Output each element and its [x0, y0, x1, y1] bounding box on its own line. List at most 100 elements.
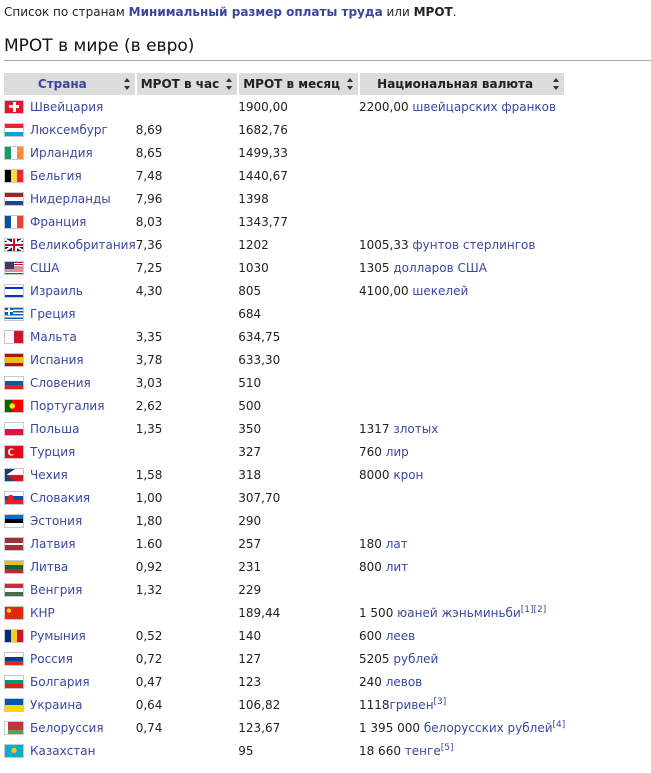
country-link[interactable]: Нидерланды: [30, 192, 111, 206]
month-wage-cell: 189,44: [238, 605, 281, 620]
country-cell: Чехия: [4, 463, 136, 486]
hour-wage-cell: 8,03: [135, 214, 163, 229]
month-wage-cell: 510: [238, 375, 262, 390]
currency-unit-link[interactable]: шекелей: [412, 284, 468, 298]
country-link[interactable]: Польша: [30, 422, 79, 436]
country-link[interactable]: Белоруссия: [30, 721, 104, 735]
country-cell: КНР: [4, 601, 136, 624]
hour-wage-cell: [136, 440, 239, 463]
currency-unit-link[interactable]: швейцарских франков: [412, 100, 556, 114]
belgium-flag-icon: [4, 168, 24, 183]
country-link[interactable]: Эстония: [30, 514, 82, 528]
currency-cell: [359, 371, 565, 394]
currency-unit-link[interactable]: рублей: [393, 652, 438, 666]
hour-wage-cell: 0,92: [135, 559, 163, 574]
currency-amount: 1 500: [358, 605, 394, 620]
country-link[interactable]: Латвия: [30, 537, 75, 551]
column-header-hour[interactable]: МРОТ в час: [135, 73, 240, 95]
hour-wage-cell: 3,03: [135, 375, 163, 390]
currency-unit-link[interactable]: лит: [386, 560, 408, 574]
ireland-flag-icon: [4, 145, 24, 160]
country-link[interactable]: Болгария: [30, 675, 90, 689]
column-header-country[interactable]: Страна: [4, 73, 137, 95]
currency-unit-link[interactable]: гривен: [390, 698, 434, 712]
sort-icon[interactable]: [226, 78, 233, 90]
currency-cell: 240 левов: [359, 670, 565, 693]
hour-wage-cell: 7,96: [135, 191, 163, 206]
country-link[interactable]: Турция: [30, 445, 75, 459]
month-wage-cell: 1440,67: [238, 168, 288, 183]
reference-link[interactable]: [5]: [441, 743, 454, 753]
country-link[interactable]: Швейцария: [30, 100, 103, 114]
country-link[interactable]: Россия: [30, 652, 73, 666]
country-link[interactable]: Франция: [30, 215, 86, 229]
country-link[interactable]: Словакия: [30, 491, 90, 505]
currency-cell: 1 395 000 белорусских рублей[4]: [359, 716, 565, 739]
currency-unit-link[interactable]: леев: [386, 629, 416, 643]
hour-wage-cell: 1,00: [135, 490, 163, 505]
currency-unit-link[interactable]: тенге: [405, 744, 441, 758]
currency-cell: [359, 210, 565, 233]
table-row: Нидерланды 7,96 1398: [4, 187, 565, 210]
sort-icon[interactable]: [123, 78, 131, 90]
country-link[interactable]: Греция: [30, 307, 76, 321]
sort-icon[interactable]: [346, 78, 354, 90]
currency-unit-link[interactable]: белорусских рублей: [424, 721, 553, 735]
netherlands-flag-icon: [4, 191, 24, 206]
country-link[interactable]: Бельгия: [30, 169, 82, 183]
reference-sup: [5]: [441, 743, 454, 753]
country-link[interactable]: Великобритания: [30, 238, 136, 252]
country-link[interactable]: Люксембург: [30, 123, 108, 137]
country-link[interactable]: Мальта: [30, 330, 77, 344]
turkey-flag-icon: [4, 444, 24, 459]
reference-link[interactable]: [1]: [521, 605, 534, 615]
spain-flag-icon: [4, 352, 24, 367]
currency-unit-link[interactable]: фунтов стерлингов: [412, 238, 535, 252]
country-link[interactable]: Румыния: [30, 629, 86, 643]
currency-amount: 4100,00: [358, 283, 409, 298]
currency-cell: [359, 394, 565, 417]
country-cell: Россия: [4, 647, 136, 670]
country-link[interactable]: Украина: [30, 698, 83, 712]
currency-unit-link[interactable]: долларов США: [393, 261, 487, 275]
currency-unit-link[interactable]: лир: [386, 445, 409, 459]
month-wage-cell: 1343,77: [238, 214, 288, 229]
currency-unit-link[interactable]: крон: [393, 468, 423, 482]
greece-flag-icon: [4, 306, 24, 321]
table-row: Болгария 0,47 123 240 левов: [4, 670, 565, 693]
country-link[interactable]: Ирландия: [30, 146, 93, 160]
malta-flag-icon: [4, 329, 24, 344]
reference-link[interactable]: [3]: [434, 697, 447, 707]
country-link[interactable]: США: [30, 261, 59, 275]
country-link[interactable]: Словения: [30, 376, 91, 390]
reference-link[interactable]: [4]: [553, 720, 566, 730]
table-row: Израиль 4,30 805 4100,00 шекелей: [4, 279, 565, 302]
hour-wage-cell: 7,25: [135, 260, 163, 275]
min-wage-link[interactable]: Минимальный размер оплаты труда: [129, 5, 383, 19]
country-cell: Украина: [4, 693, 136, 716]
hour-wage-cell: [136, 601, 239, 624]
currency-unit-link[interactable]: лат: [386, 537, 408, 551]
currency-unit-link[interactable]: левов: [386, 675, 423, 689]
currency-unit-link[interactable]: злотых: [393, 422, 438, 436]
sort-icon[interactable]: [553, 78, 560, 90]
hour-wage-cell: 4,30: [135, 283, 163, 298]
month-wage-cell: 1030: [238, 260, 269, 275]
currency-unit-link[interactable]: юаней жэньминьби: [397, 606, 521, 620]
country-link[interactable]: Венгрия: [30, 583, 82, 597]
country-cell: Люксембург: [4, 118, 136, 141]
country-link[interactable]: Чехия: [30, 468, 68, 482]
country-link[interactable]: Израиль: [30, 284, 83, 298]
country-link[interactable]: Португалия: [30, 399, 104, 413]
latvia-flag-icon: [4, 536, 24, 551]
country-link[interactable]: Испания: [30, 353, 84, 367]
column-header-month[interactable]: МРОТ в месяц: [238, 73, 360, 95]
reference-link[interactable]: [2]: [534, 605, 547, 615]
column-header-currency[interactable]: Национальная валюта: [358, 73, 567, 95]
country-link[interactable]: Литва: [30, 560, 68, 574]
table-body: Швейцария 1900,00 2200,00 швейцарских фран…: [4, 95, 565, 762]
ukraine-flag-icon: [4, 697, 24, 712]
country-link[interactable]: КНР: [30, 606, 55, 620]
country-link[interactable]: Казахстан: [30, 744, 96, 758]
currency-cell: 1005,33 фунтов стерлингов: [359, 233, 565, 256]
